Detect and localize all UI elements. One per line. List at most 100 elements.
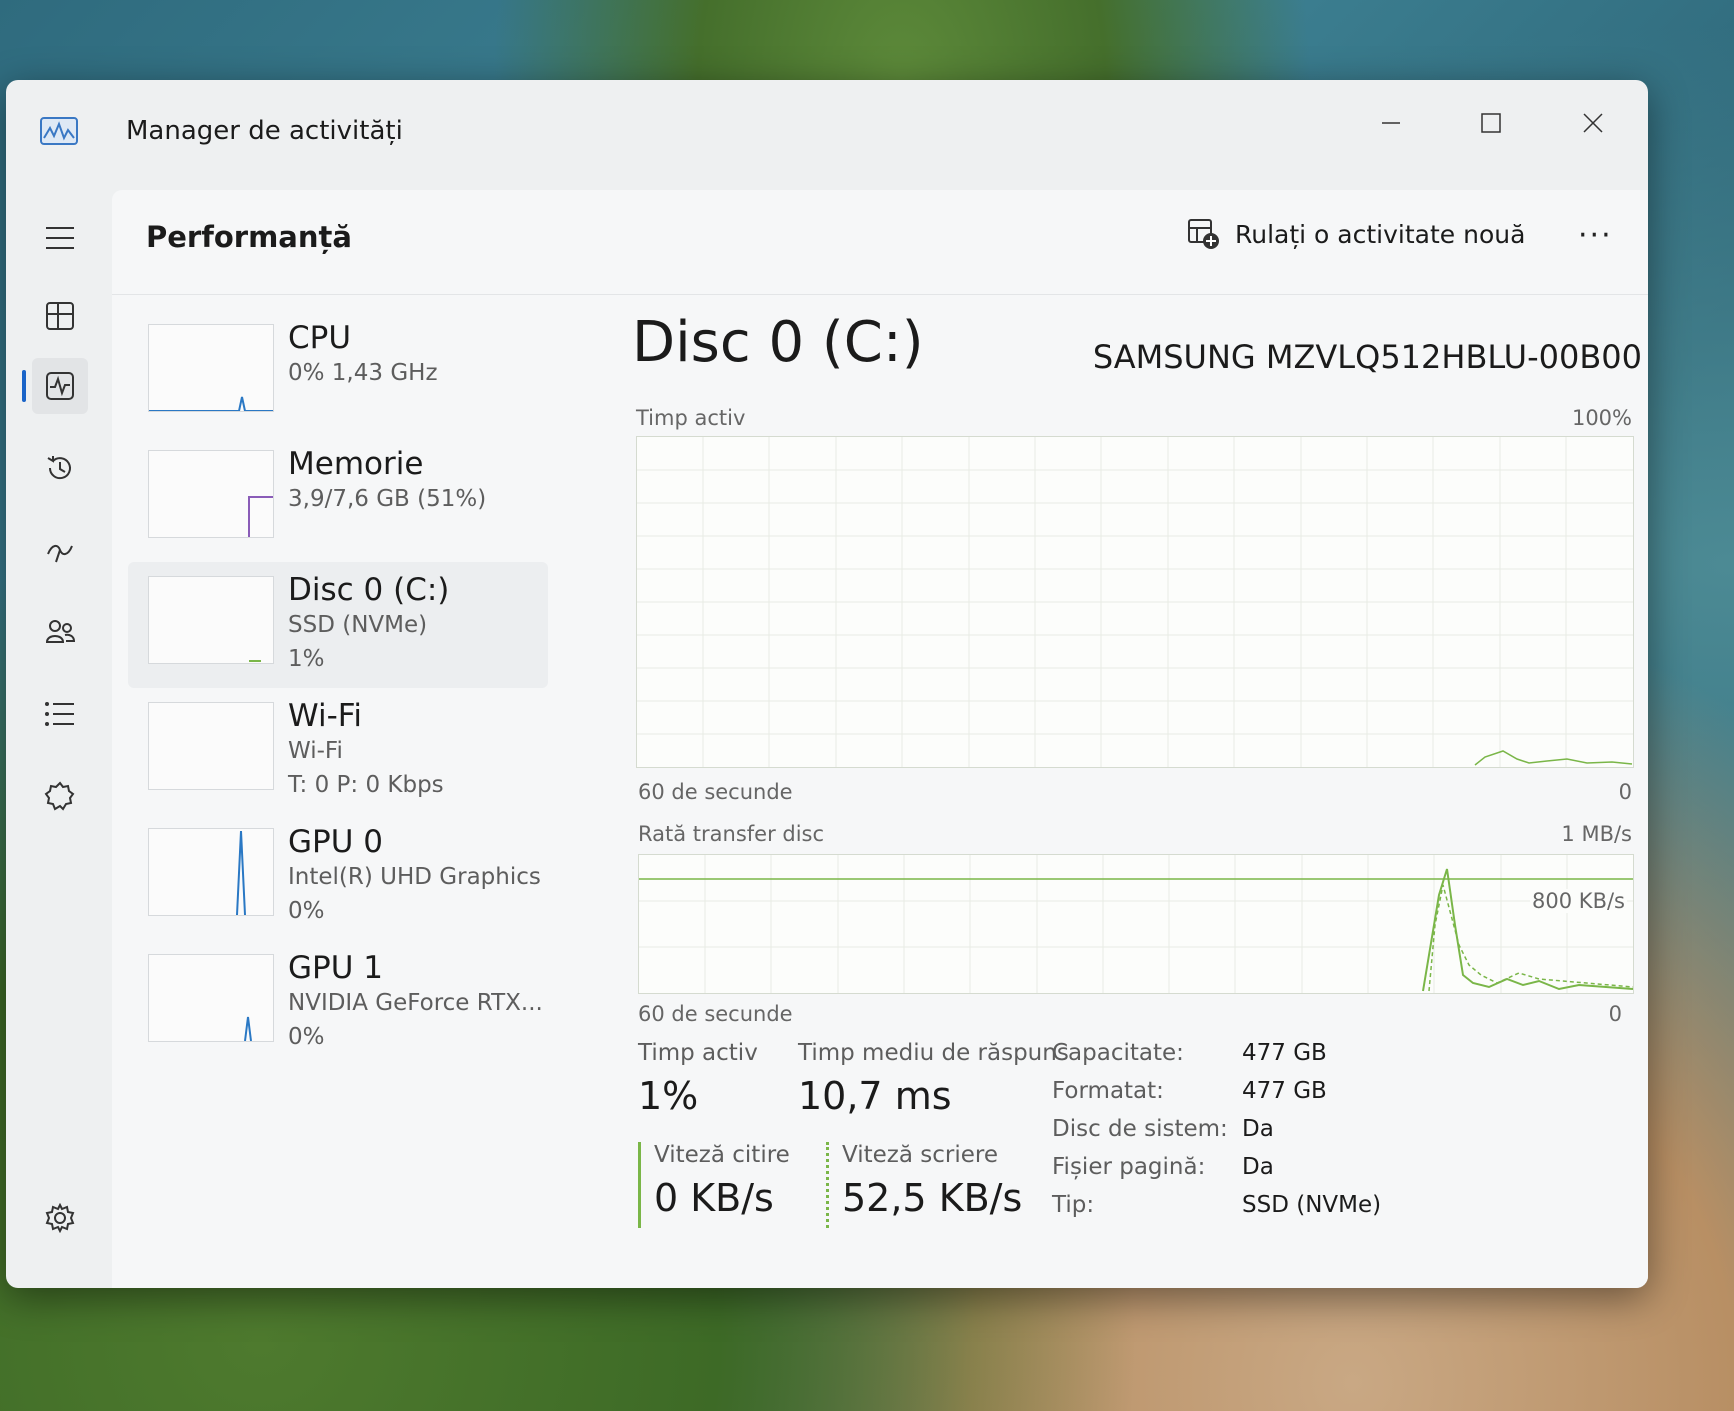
- task-manager-app-icon: [40, 116, 78, 146]
- write-speed-legend-bar: [826, 1142, 829, 1228]
- navigation-sidebar: [6, 190, 106, 1288]
- active-nav-indicator: [22, 370, 26, 402]
- active-time-graph-timespan: 60 de secunde: [638, 780, 793, 804]
- run-task-icon: [1188, 219, 1219, 249]
- minimize-icon: [1382, 122, 1400, 124]
- property-value-formatted: 477 GB: [1242, 1078, 1327, 1104]
- maximize-icon: [1481, 113, 1501, 133]
- maximize-button[interactable]: [1456, 98, 1526, 148]
- write-speed-label: Viteză scriere: [842, 1142, 998, 1168]
- device-usage: T: 0 P: 0 Kbps: [288, 772, 444, 798]
- read-speed-legend-bar: [638, 1142, 641, 1228]
- transfer-rate-graph-timespan: 60 de secunde: [638, 1002, 793, 1026]
- device-item-disk0[interactable]: Disc 0 (C:) SSD (NVMe) 1%: [128, 562, 548, 688]
- device-item-wifi[interactable]: Wi-Fi Wi-Fi T: 0 P: 0 Kbps: [128, 688, 548, 814]
- device-name: CPU: [288, 320, 352, 356]
- device-subtitle: Wi-Fi: [288, 738, 343, 764]
- device-subtitle: 3,9/7,6 GB (51%): [288, 486, 487, 512]
- property-value-type: SSD (NVMe): [1242, 1192, 1382, 1218]
- property-value-system-disk: Da: [1242, 1116, 1274, 1142]
- gpu0-thumbnail-graph: [148, 828, 274, 916]
- transfer-rate-graph: 800 KB/s: [638, 854, 1634, 994]
- property-label-capacity: Capacitate:: [1052, 1040, 1184, 1066]
- device-name: Disc 0 (C:): [288, 572, 450, 608]
- details-list-icon: [45, 702, 74, 726]
- nav-users[interactable]: [32, 604, 88, 660]
- disk-thumbnail-graph: [148, 576, 274, 664]
- device-item-cpu[interactable]: CPU 0% 1,43 GHz: [128, 310, 548, 436]
- active-time-graph-max: 100%: [1571, 406, 1632, 430]
- disk-model: SAMSUNG MZVLQ512HBLU-00B00: [1092, 338, 1642, 376]
- device-item-gpu1[interactable]: GPU 1 NVIDIA GeForce RTX... 0%: [128, 940, 548, 1066]
- nav-settings[interactable]: [32, 1190, 88, 1246]
- device-subtitle: 0% 1,43 GHz: [288, 360, 438, 386]
- disk-stats: Timp activ 1% Timp mediu de răspuns 10,7…: [632, 1040, 1642, 1280]
- nav-performance[interactable]: [32, 358, 88, 414]
- disk-title: Disc 0 (C:): [632, 310, 924, 375]
- active-time-label: Timp activ: [638, 1040, 758, 1066]
- title-bar: Manager de activități: [6, 80, 1648, 190]
- services-icon: [44, 781, 75, 811]
- device-name: GPU 1: [288, 950, 383, 986]
- device-usage: 1%: [288, 646, 325, 672]
- minimize-button[interactable]: [1356, 98, 1426, 148]
- transfer-rate-graph-label: Rată transfer disc: [638, 822, 825, 846]
- active-time-value: 1%: [638, 1074, 699, 1118]
- users-icon: [45, 620, 76, 643]
- transfer-rate-graph-max: 1 MB/s: [1561, 822, 1632, 846]
- task-manager-window: Manager de activități Performanță Rulați…: [6, 80, 1648, 1288]
- device-list: CPU 0% 1,43 GHz Memorie 3,9/7,6 GB (51%)…: [128, 310, 548, 1066]
- property-label-system-disk: Disc de sistem:: [1052, 1116, 1228, 1142]
- history-icon: [47, 456, 71, 480]
- main-content: Performanță Rulați o activitate nouă ···…: [112, 190, 1648, 1288]
- active-time-graph-label: Timp activ: [636, 406, 746, 430]
- device-name: GPU 0: [288, 824, 383, 860]
- nav-details[interactable]: [32, 686, 88, 742]
- property-label-type: Tip:: [1052, 1192, 1095, 1218]
- nav-app-history[interactable]: [32, 440, 88, 496]
- more-options-button[interactable]: ···: [1578, 218, 1613, 253]
- memory-thumbnail-graph: [148, 450, 274, 538]
- device-name: Memorie: [288, 446, 424, 482]
- gear-icon: [45, 1203, 75, 1233]
- close-icon: [1583, 113, 1603, 133]
- active-time-graph-min: 0: [1618, 780, 1632, 804]
- device-subtitle: NVIDIA GeForce RTX...: [288, 990, 543, 1016]
- page-title: Performanță: [146, 220, 352, 254]
- header-divider: [112, 294, 1648, 295]
- gpu1-thumbnail-graph: [148, 954, 274, 1042]
- cpu-thumbnail-graph: [148, 324, 274, 412]
- wifi-thumbnail-graph: [148, 702, 274, 790]
- hamburger-menu-icon: [46, 227, 74, 249]
- property-label-formatted: Formatat:: [1052, 1078, 1164, 1104]
- close-button[interactable]: [1558, 98, 1628, 148]
- window-title: Manager de activități: [126, 116, 403, 146]
- avg-response-label: Timp mediu de răspuns: [798, 1040, 1069, 1066]
- performance-icon: [46, 372, 74, 400]
- nav-services[interactable]: [32, 768, 88, 824]
- run-new-task-button[interactable]: Rulați o activitate nouă: [1187, 218, 1525, 250]
- device-usage: 0%: [288, 898, 325, 924]
- read-speed-label: Viteză citire: [654, 1142, 790, 1168]
- write-speed-value: 52,5 KB/s: [842, 1176, 1023, 1220]
- device-item-gpu0[interactable]: GPU 0 Intel(R) UHD Graphics 0%: [128, 814, 548, 940]
- transfer-rate-graph-min: 0: [1608, 1002, 1622, 1026]
- property-value-page-file: Da: [1242, 1154, 1274, 1180]
- hamburger-menu-button[interactable]: [32, 210, 88, 266]
- device-subtitle: SSD (NVMe): [288, 612, 428, 638]
- run-task-label: Rulați o activitate nouă: [1235, 219, 1526, 249]
- active-time-graph: [636, 436, 1634, 768]
- processes-icon: [46, 302, 74, 330]
- transfer-rate-graph-mid: 800 KB/s: [1530, 889, 1627, 913]
- nav-startup-apps[interactable]: [32, 522, 88, 578]
- device-item-memory[interactable]: Memorie 3,9/7,6 GB (51%): [128, 436, 548, 562]
- device-name: Wi-Fi: [288, 698, 362, 734]
- avg-response-value: 10,7 ms: [798, 1074, 952, 1118]
- startup-apps-icon: [47, 544, 73, 563]
- read-speed-value: 0 KB/s: [654, 1176, 774, 1220]
- device-subtitle: Intel(R) UHD Graphics: [288, 864, 541, 890]
- device-usage: 0%: [288, 1024, 325, 1050]
- property-label-page-file: Fișier pagină:: [1052, 1154, 1206, 1180]
- nav-processes[interactable]: [32, 288, 88, 344]
- property-value-capacity: 477 GB: [1242, 1040, 1327, 1066]
